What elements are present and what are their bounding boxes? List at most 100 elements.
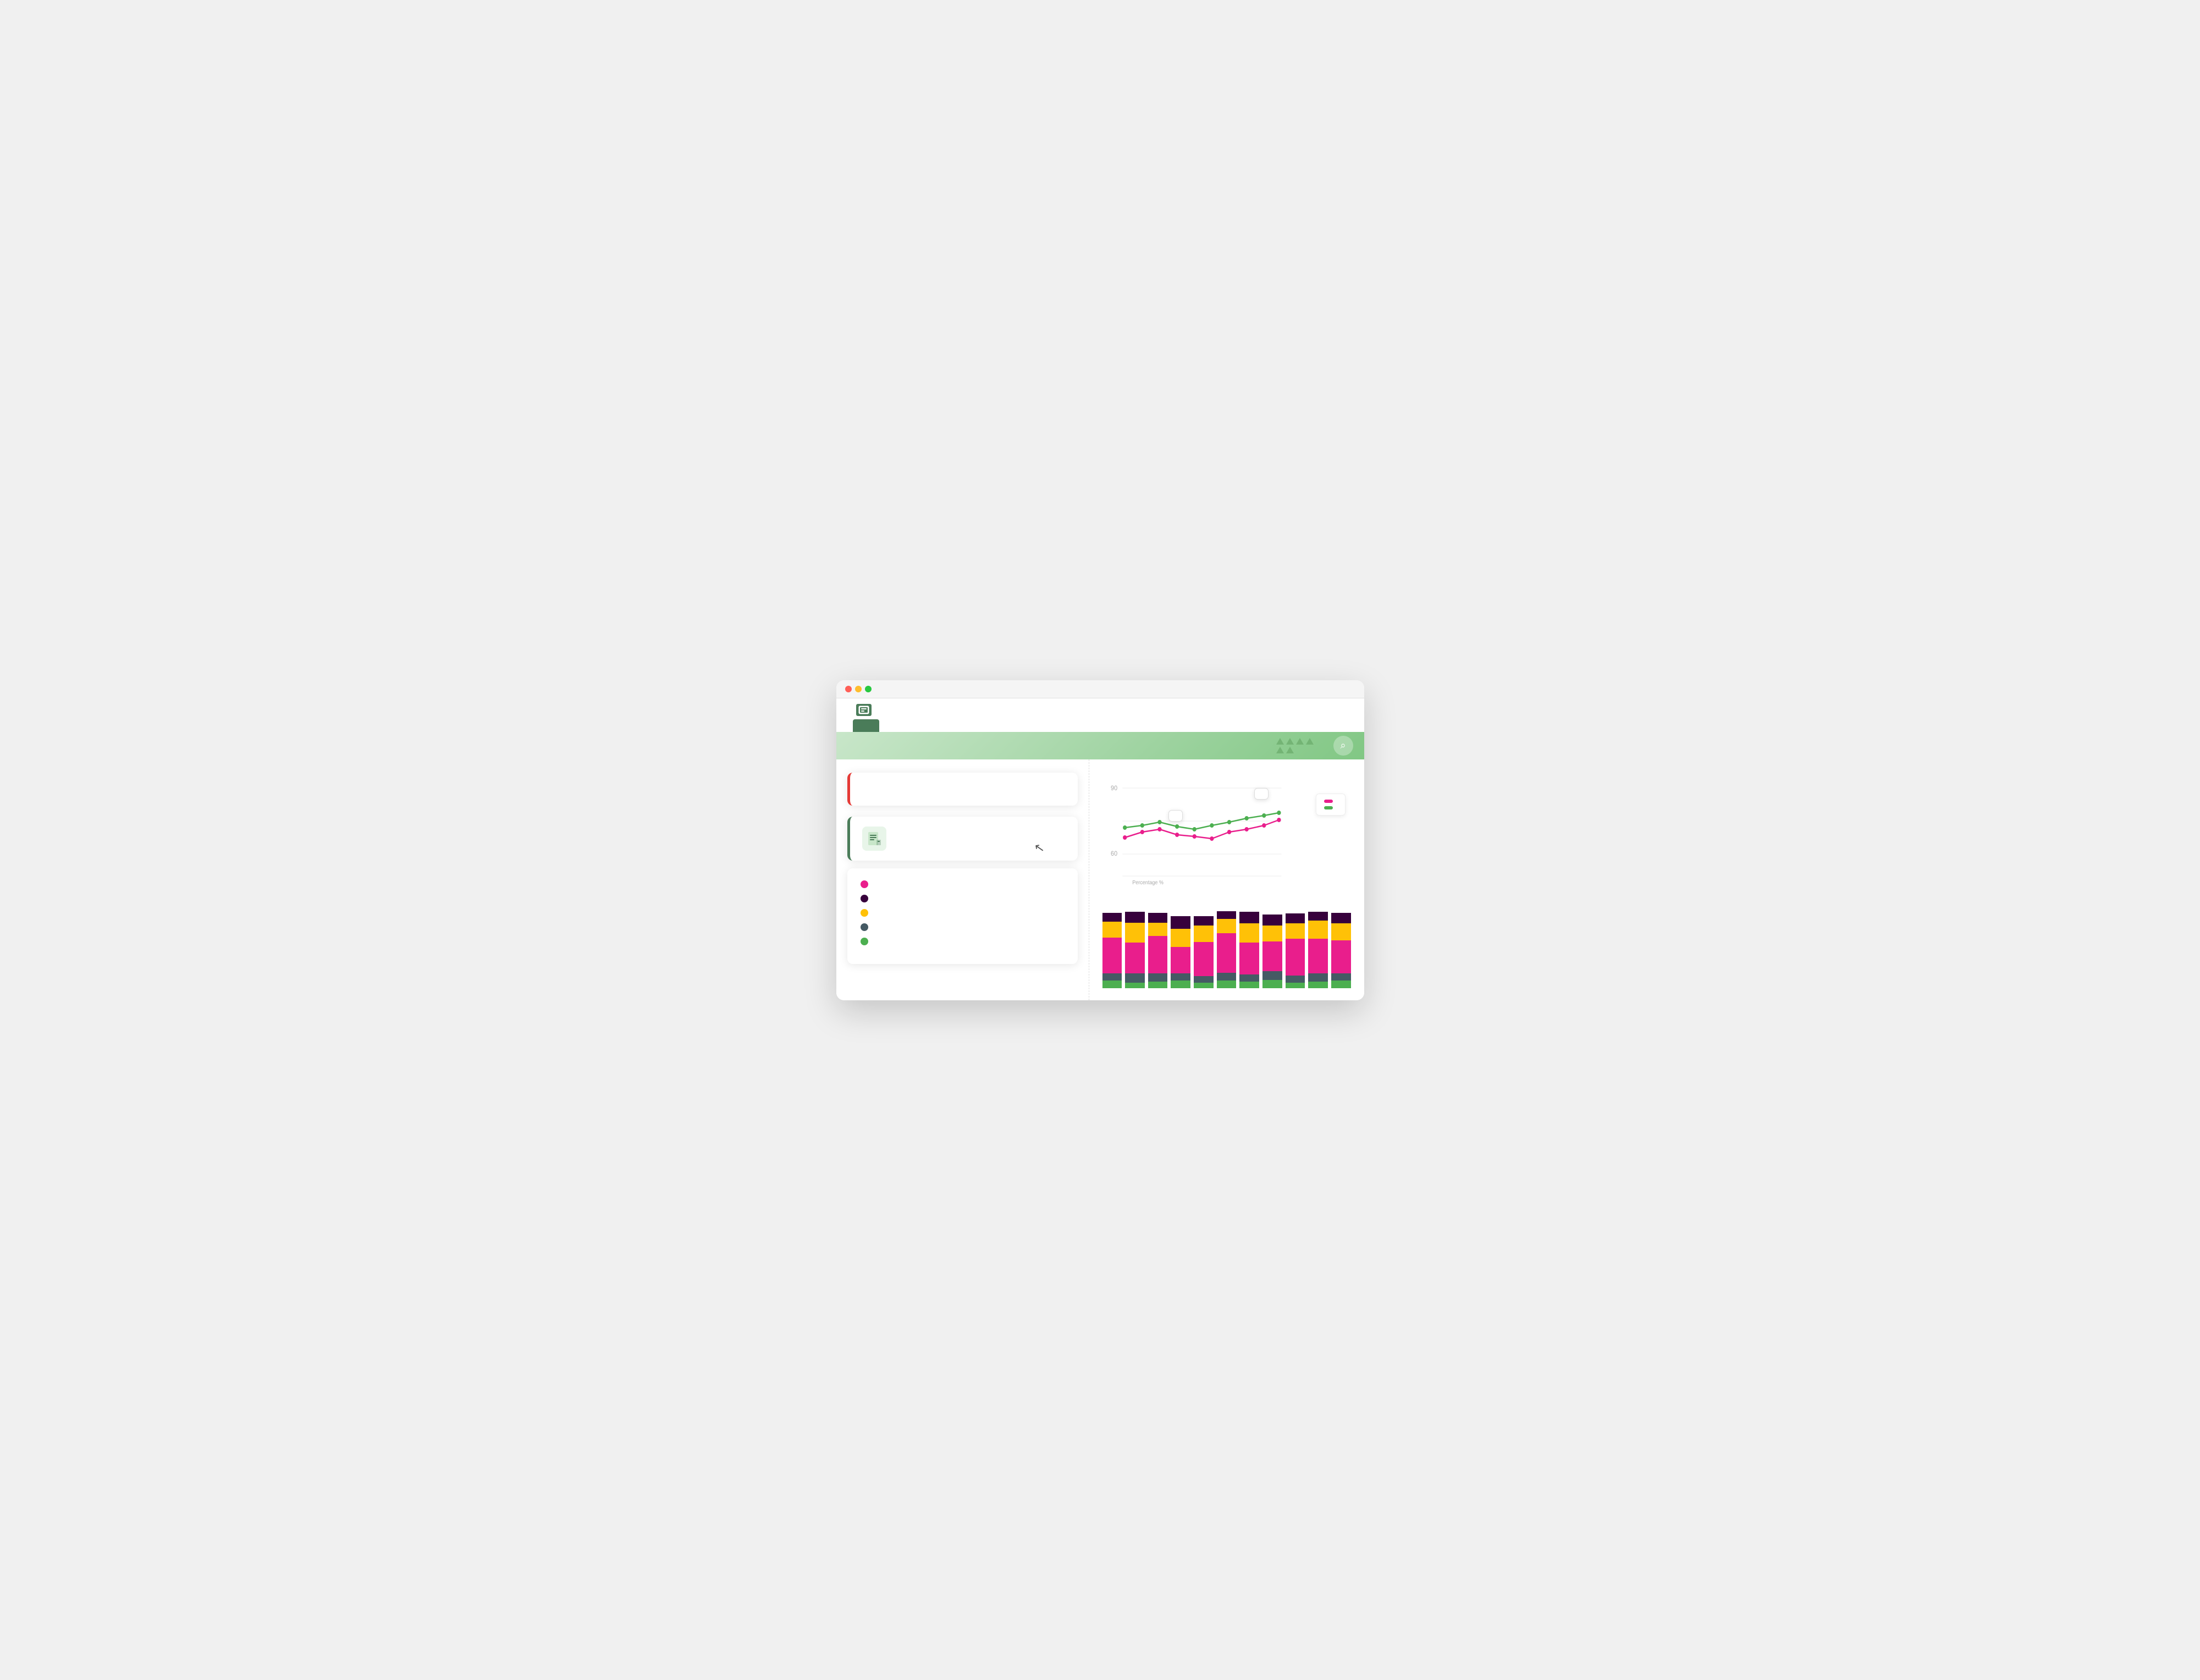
director-report-icon [862, 827, 886, 851]
bar-col [1262, 906, 1282, 988]
bar-segment-slate [1286, 976, 1305, 983]
main-content: ↖ [836, 759, 1364, 1000]
tab-my-team[interactable] [906, 719, 932, 732]
bar-segment-slate [1102, 973, 1122, 981]
value-dot-4 [861, 923, 868, 931]
bar-segment-purple [1171, 916, 1190, 929]
bar-segment-slate [1148, 973, 1168, 982]
bar-segment-purple [1308, 912, 1328, 921]
tab-my-profile[interactable] [879, 719, 906, 732]
value-dot-3 [861, 909, 868, 917]
triangle-decor [1276, 747, 1284, 753]
values-card [847, 868, 1078, 964]
window-maximize-dot[interactable] [865, 686, 872, 692]
triangle-decor [1276, 738, 1284, 745]
bar-segment-pink [1286, 939, 1305, 976]
legend-item-org [1324, 800, 1337, 803]
bar-segment-slate [1194, 976, 1214, 982]
triangle-decor [1296, 738, 1304, 745]
window-minimize-dot[interactable] [855, 686, 862, 692]
bar-chart-section [1102, 900, 1351, 988]
bar-col [1331, 906, 1351, 988]
bar-segment-green [1194, 983, 1214, 988]
bar-col [1217, 906, 1237, 988]
triangle-decor [1306, 738, 1314, 745]
logo [853, 704, 872, 716]
reminder-card [847, 773, 1078, 806]
bar-segment-slate [1171, 973, 1190, 981]
bar-segment-green [1239, 982, 1259, 988]
bar-segment-purple [1125, 912, 1145, 923]
bar-segment-pink [1102, 938, 1122, 973]
bar-col [1125, 906, 1145, 988]
bar-col [1239, 906, 1259, 988]
header-band: ⌕ [836, 732, 1364, 759]
value-item-1 [861, 880, 1065, 888]
bar-segment-slate [1262, 971, 1282, 980]
bar-segment-purple [1286, 913, 1305, 923]
bar-segment-purple [1194, 916, 1214, 925]
bar-col [1194, 906, 1214, 988]
bar-segment-purple [1239, 912, 1259, 923]
bar-segment-green [1148, 982, 1168, 988]
bar-segment-purple [1148, 913, 1168, 923]
bar-segment-green [1102, 981, 1122, 988]
bar-segment-slate [1217, 973, 1237, 981]
search-icon[interactable]: ⌕ [1333, 736, 1353, 756]
bar-segment-purple [1262, 915, 1282, 926]
legend-item-company [1324, 806, 1337, 809]
bar-col [1102, 906, 1122, 988]
bar-segment-yellow [1331, 923, 1351, 940]
bar-segment-yellow [1308, 921, 1328, 939]
value-item-3 [861, 909, 1065, 917]
nav-tabs [853, 719, 1348, 732]
window-close-dot[interactable] [845, 686, 852, 692]
bar-segment-purple [1331, 913, 1351, 924]
bar-segment-yellow [1262, 926, 1282, 941]
bar-segment-pink [1171, 947, 1190, 974]
tab-recognition[interactable] [853, 719, 879, 732]
value-dot-5 [861, 938, 868, 945]
bar-segment-slate [1331, 973, 1351, 981]
bar-segment-pink [1148, 936, 1168, 973]
bar-segment-pink [1308, 939, 1328, 973]
browser-window: ⌕ [836, 680, 1364, 1000]
legend-dot-company [1324, 806, 1333, 809]
bar-segment-yellow [1171, 929, 1190, 947]
browser-titlebar [836, 680, 1364, 698]
bar-segment-purple [1217, 911, 1237, 919]
bar-segment-green [1125, 983, 1145, 988]
bar-segment-pink [1239, 943, 1259, 975]
svg-text:90: 90 [1111, 785, 1117, 792]
legend-dot-org [1324, 800, 1333, 803]
bar-segment-slate [1308, 973, 1328, 982]
bar-segment-green [1217, 981, 1237, 988]
bar-segment-yellow [1102, 922, 1122, 938]
bar-segment-yellow [1217, 919, 1237, 933]
bar-segment-pink [1125, 943, 1145, 974]
value-dot-1 [861, 880, 868, 888]
svg-text:Percentage %: Percentage % [1132, 879, 1164, 886]
bar-col [1171, 906, 1190, 988]
right-panel: 90 60 Percentage % [1089, 759, 1364, 1000]
bar-segment-yellow [1239, 923, 1259, 942]
value-item-5 [861, 938, 1065, 945]
svg-text:60: 60 [1111, 850, 1117, 857]
bar-segment-green [1171, 981, 1190, 988]
cursor-icon: ↖ [1033, 840, 1046, 856]
bar-segment-yellow [1148, 923, 1168, 936]
bar-segment-purple [1102, 913, 1122, 922]
bar-col [1308, 906, 1328, 988]
bar-chart-container [1102, 900, 1351, 988]
value-dot-2 [861, 895, 868, 902]
bar-segment-pink [1194, 942, 1214, 976]
line-chart-container: 90 60 Percentage % [1102, 777, 1351, 887]
triangle-decor [1286, 747, 1294, 753]
value-item-4 [861, 923, 1065, 931]
director-text [895, 838, 1066, 840]
tab-redeem[interactable] [932, 719, 958, 732]
left-panel: ↖ [836, 759, 1089, 1000]
bar-col [1286, 906, 1305, 988]
bar-segment-yellow [1194, 926, 1214, 943]
bar-segment-pink [1331, 940, 1351, 973]
